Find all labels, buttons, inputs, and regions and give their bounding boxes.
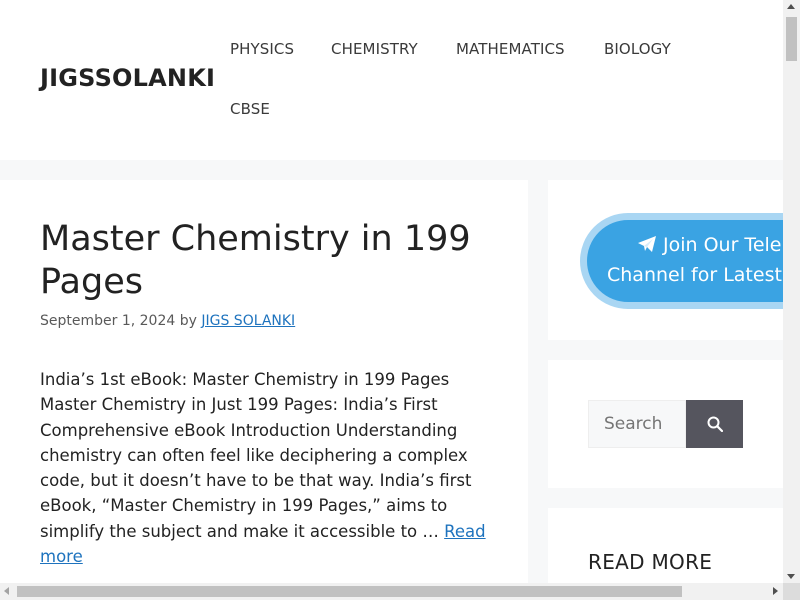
horizontal-scrollbar[interactable] [0,583,783,600]
post-author-link[interactable]: JIGS SOLANKI [201,313,295,329]
site-title[interactable]: JIGSSOLANKI [40,64,215,92]
post-excerpt: India’s 1st eBook: Master Chemistry in 1… [40,367,490,569]
post-excerpt-text: India’s 1st eBook: Master Chemistry in 1… [40,370,472,541]
scroll-left-arrow-icon[interactable] [4,587,9,595]
telegram-button-line1: Join Our Tele [607,230,783,260]
site-header: JIGSSOLANKI PHYSICS CHEMISTRY MATHEMATIC… [0,0,783,160]
nav-item-mathematics[interactable]: MATHEMATICS [456,40,565,58]
nav-item-cbse[interactable]: CBSE [230,100,270,118]
read-more-title: READ MORE [588,550,713,574]
horizontal-scroll-thumb[interactable] [17,586,682,597]
scroll-up-arrow-icon[interactable] [787,4,795,9]
search-icon [707,416,723,432]
vertical-scrollbar[interactable] [783,0,800,583]
post-title[interactable]: Master Chemistry in 199 Pages [40,218,500,304]
telegram-join-button[interactable]: Join Our Tele Channel for Latest [580,213,783,309]
post-meta: September 1, 2024 by JIGS SOLANKI [40,313,295,329]
telegram-widget: Join Our Tele Channel for Latest [548,180,783,340]
telegram-button-text2: Channel for Latest [607,264,782,286]
nav-item-physics[interactable]: PHYSICS [230,40,294,58]
post-by: by [179,313,197,329]
vertical-scroll-thumb[interactable] [786,17,797,61]
search-input[interactable] [588,400,686,448]
scroll-right-arrow-icon[interactable] [773,587,778,595]
scrollbar-corner [783,583,800,600]
post-date: September 1, 2024 [40,313,176,329]
scroll-down-arrow-icon[interactable] [787,574,795,579]
nav-item-chemistry[interactable]: CHEMISTRY [331,40,418,58]
telegram-button-text1: Join Our Tele [663,234,782,256]
search-widget [548,360,783,488]
nav-item-biology[interactable]: BIOLOGY [604,40,671,58]
telegram-plane-icon [638,236,656,252]
search-button[interactable] [686,400,743,448]
